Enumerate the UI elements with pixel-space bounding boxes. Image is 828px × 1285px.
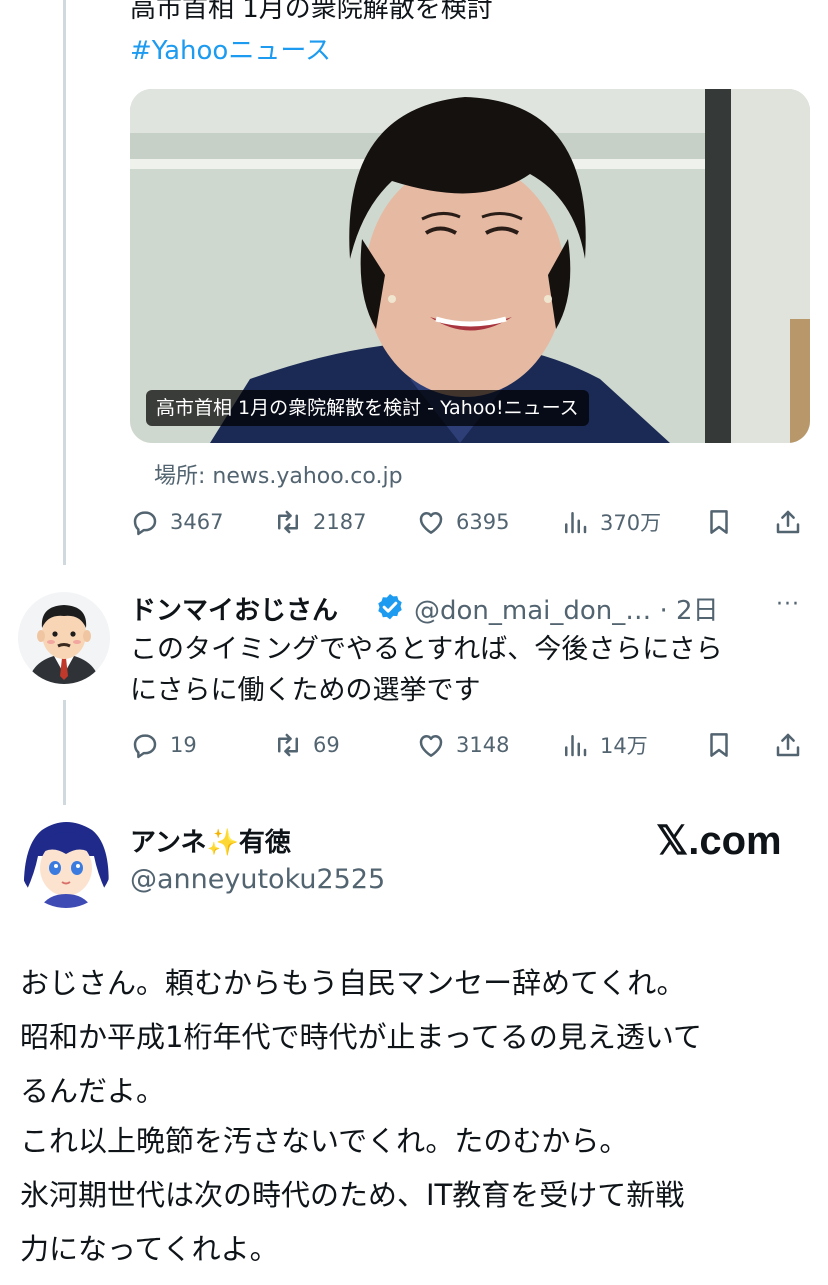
main-user-handle[interactable]: @anneyutoku2525	[130, 864, 385, 895]
avatar-reply-user[interactable]	[18, 592, 110, 684]
main-user-name-part1: アンネ	[130, 828, 207, 858]
reply-count: 3467	[170, 510, 224, 534]
link-source[interactable]: 場所: news.yahoo.co.jp	[154, 458, 403, 490]
quoted-title-line: 高市首相 1月の衆院解散を検討	[130, 0, 493, 24]
more-options-icon[interactable]: ···	[776, 592, 800, 617]
views-icon	[565, 512, 587, 534]
share-icon	[776, 510, 800, 534]
reply-text-line-2: にさらに働くための選挙です	[130, 675, 481, 706]
main-text-line-1: おじさん。頼むからもう自民マンセー辞めてくれ。	[20, 966, 686, 1000]
repost-button[interactable]: 2187	[273, 502, 366, 542]
share-button[interactable]	[773, 502, 803, 542]
thread-line-middle	[63, 700, 66, 805]
reply-button[interactable]: 19	[130, 725, 197, 765]
link-card-caption: 高市首相 1月の衆院解散を検討 - Yahoo!ニュース	[146, 390, 589, 426]
quoted-action-bar: 3467 2187 6395 370万	[130, 502, 810, 542]
bookmark-icon	[710, 510, 728, 534]
share-button[interactable]	[773, 725, 803, 765]
reply-user-handle-time[interactable]: @don_mai_don_… · 2日	[414, 590, 719, 627]
avatar-main-user[interactable]	[20, 816, 112, 908]
views-button[interactable]: 14万	[560, 725, 648, 765]
hashtag-link[interactable]: #Yahooニュース	[130, 38, 331, 64]
reply-icon	[133, 511, 157, 536]
bookmark-icon	[710, 733, 728, 757]
repost-button[interactable]: 69	[273, 725, 340, 765]
views-button[interactable]: 370万	[560, 502, 661, 542]
reply-count: 19	[170, 733, 197, 757]
reply-icon	[133, 734, 157, 759]
x-com-watermark: 𝕏.com	[656, 819, 782, 863]
repost-count: 69	[313, 733, 340, 757]
main-text-line-2: 昭和か平成1桁年代で時代が止まってるの見え透いて	[20, 1020, 702, 1054]
like-button[interactable]: 3148	[416, 725, 509, 765]
repost-icon	[278, 733, 298, 757]
main-text-line-4: これ以上晩節を汚さないでくれ。たのむから。	[20, 1124, 629, 1158]
reply-button[interactable]: 3467	[130, 502, 223, 542]
repost-count: 2187	[313, 510, 367, 534]
thread-line-top	[63, 0, 66, 565]
sparkle-emoji-icon: ✨	[206, 828, 239, 858]
share-icon	[776, 733, 800, 757]
like-count: 6395	[456, 510, 510, 534]
reply-action-bar: 19 69 3148 14万	[130, 725, 810, 765]
main-text-line-6: 力になってくれよ。	[20, 1232, 279, 1266]
reply-user-name[interactable]: ドンマイおじさん	[130, 590, 338, 627]
bookmark-button[interactable]	[704, 502, 734, 542]
like-count: 3148	[456, 733, 510, 757]
heart-icon	[419, 735, 443, 757]
main-text-line-5: 氷河期世代は次の時代のため、IT教育を受けて新戦	[20, 1178, 685, 1212]
verified-badge-icon	[378, 594, 402, 620]
views-count: 14万	[600, 734, 648, 758]
main-user-name-part2: 有徳	[238, 828, 291, 858]
bookmark-button[interactable]	[704, 725, 734, 765]
like-button[interactable]: 6395	[416, 502, 509, 542]
link-card[interactable]: 高市首相 1月の衆院解散を検討 - Yahoo!ニュース	[130, 89, 810, 443]
main-user-name[interactable]: アンネ✨有徳	[130, 822, 291, 859]
views-icon	[565, 735, 587, 757]
views-count: 370万	[600, 511, 662, 535]
heart-icon	[419, 512, 443, 534]
repost-icon	[278, 510, 298, 534]
main-text-line-3: るんだよ。	[20, 1074, 166, 1108]
